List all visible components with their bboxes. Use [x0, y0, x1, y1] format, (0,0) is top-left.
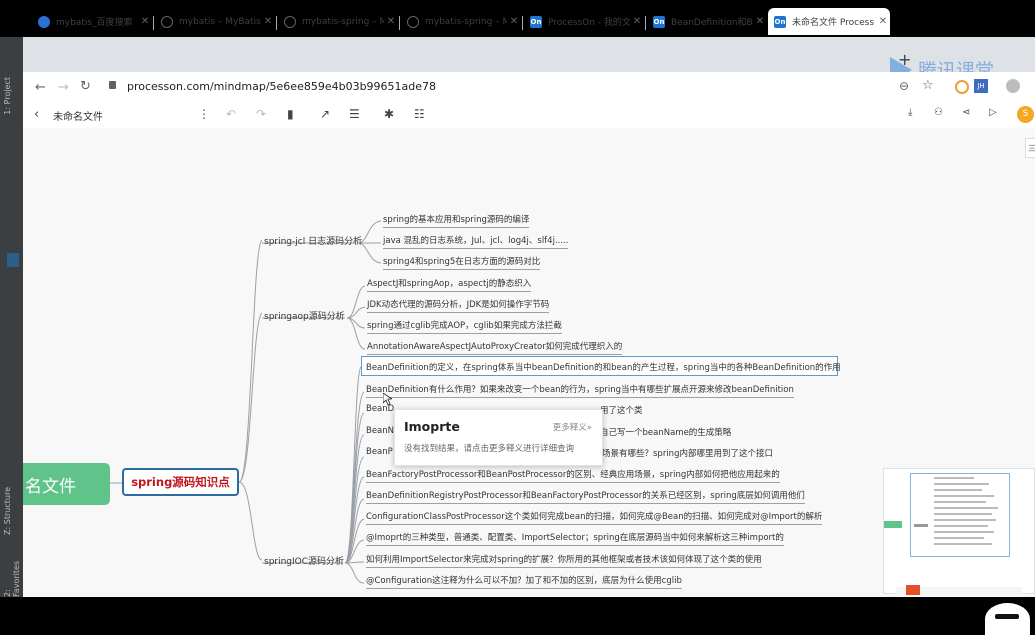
- minimap-line: [934, 483, 989, 485]
- topic-text: @Configuration这注释为什么可以不加？加了和不加的区别，底层为什么使…: [366, 576, 682, 586]
- minimap-line: [934, 495, 994, 497]
- topic-node[interactable]: 如何利用ImportSelector来完成对spring的扩展？你所用的其他框架…: [366, 553, 762, 568]
- branch-label: springaop源码分析: [264, 312, 345, 322]
- topic-text: spring的基本应用和spring源码的编译: [383, 215, 530, 225]
- topic-node[interactable]: AspectJ和springAop，aspectj的静态织入: [367, 277, 532, 292]
- topic-text: BeanDefinition的定义，在spring体系当中beanDefinit…: [366, 363, 841, 373]
- topic-text: BeanP: [366, 447, 393, 457]
- popup-message: 没有找到结果，请点击更多释义进行详细查询: [404, 444, 575, 454]
- topic-node[interactable]: @Imoprt的三种类型，普通类、配置类、ImportSelector；spri…: [366, 531, 784, 546]
- topic-node[interactable]: ConfigurationClassPostProcessor这个类如何完成be…: [366, 510, 823, 525]
- underline: [366, 397, 794, 398]
- topic-node[interactable]: BeanN: [366, 426, 394, 436]
- mascot-icon: [985, 603, 1030, 635]
- minimap-line: [934, 543, 992, 545]
- minimap-line: [934, 537, 984, 539]
- topic-node-fragment[interactable]: 用了这个类: [600, 404, 643, 416]
- minimap-line: [934, 525, 988, 527]
- underline: [367, 333, 562, 334]
- topic-node[interactable]: spring通过cglib完成AOP，cglib如果完成方法拦截: [367, 319, 562, 334]
- topic-text: 用了这个类: [600, 406, 643, 416]
- root-topic[interactable]: 名文件: [23, 463, 110, 505]
- underline: [383, 248, 569, 249]
- topic-node[interactable]: BeanDefinition的定义，在spring体系当中beanDefinit…: [366, 361, 841, 373]
- sunglasses-icon: [995, 614, 1019, 619]
- topic-text: spring4和spring5在日志方面的源码对比: [383, 257, 541, 267]
- topic-node[interactable]: BeanFactoryPostProcessor和BeanPostProcess…: [366, 468, 780, 483]
- translation-popup: Imoprte 更多释义» 没有找到结果，请点击更多释义进行详细查询: [394, 409, 603, 466]
- video-letterbox: [0, 597, 1035, 635]
- topic-node[interactable]: BeanDefinitionRegistryPostProcessor和Bean…: [366, 489, 805, 504]
- topic-text: 如何利用ImportSelector来完成对spring的扩展？你所用的其他框架…: [366, 555, 762, 565]
- topic-node[interactable]: AnnotationAwareAspectJAutoProxyCreator如何…: [367, 340, 623, 355]
- branch-label: spring-jcl 日志源码分析: [264, 237, 363, 247]
- minimap-line: [934, 477, 974, 479]
- topic-node[interactable]: JDK动态代理的源码分析，JDK是如何操作字节码: [367, 298, 550, 313]
- topic-text: spring通过cglib完成AOP，cglib如果完成方法拦截: [367, 321, 562, 331]
- minimap-line: [934, 489, 982, 491]
- underline: [366, 567, 762, 568]
- underline: [383, 269, 541, 270]
- topic-text: AnnotationAwareAspectJAutoProxyCreator如何…: [367, 342, 623, 352]
- topic-text: BeanFactoryPostProcessor和BeanPostProcess…: [366, 470, 780, 480]
- branch-spring-ioc[interactable]: springIOC源码分析: [264, 554, 344, 567]
- underline: [367, 354, 623, 355]
- popup-word: Imoprte: [404, 419, 460, 434]
- underline: [367, 291, 532, 292]
- topic-text: 自己写一个beanName的生成策略: [600, 428, 732, 438]
- underline: [383, 227, 530, 228]
- topic-text: ConfigurationClassPostProcessor这个类如何完成be…: [366, 512, 823, 522]
- topic-node[interactable]: @Configuration这注释为什么可以不加？加了和不加的区别，底层为什么使…: [366, 574, 682, 589]
- underline: [367, 312, 550, 313]
- topic-text: BeanDefinition有什么作用？如果来改变一个bean的行为，sprin…: [366, 385, 794, 395]
- underline: [366, 545, 784, 546]
- minimap-line: [934, 531, 994, 533]
- topic-node[interactable]: spring的基本应用和spring源码的编译: [383, 213, 530, 228]
- branch-label: springIOC源码分析: [264, 557, 345, 567]
- minimap-line: [934, 501, 986, 503]
- topic-text: AspectJ和springAop，aspectj的静态织入: [367, 279, 532, 289]
- topic-node-fragment[interactable]: 场景有哪些？spring内部哪里用到了这个接口: [602, 447, 773, 459]
- minimap-line: [934, 513, 992, 515]
- branch-spring-aop[interactable]: springaop源码分析: [264, 309, 345, 322]
- underline: [366, 482, 780, 483]
- topic-text: @Imoprt的三种类型，普通类、配置类、ImportSelector；spri…: [366, 533, 784, 543]
- html5-icon: [906, 585, 920, 595]
- underline: [366, 524, 823, 525]
- underline: [366, 588, 682, 589]
- minimap-line: [914, 524, 928, 527]
- minimap-line: [934, 519, 996, 521]
- topic-text: BeanDefinitionRegistryPostProcessor和Bean…: [366, 491, 805, 501]
- underline: [366, 503, 805, 504]
- branch-spring-jcl[interactable]: spring-jcl 日志源码分析: [264, 234, 362, 247]
- mouse-cursor-icon: [383, 393, 392, 406]
- minimap[interactable]: [883, 468, 1035, 595]
- topic-node[interactable]: BeanDefinition有什么作用？如果来改变一个bean的行为，sprin…: [366, 383, 794, 398]
- topic-text: JDK动态代理的源码分析，JDK是如何操作字节码: [367, 300, 550, 310]
- central-topic[interactable]: spring源码知识点: [122, 468, 239, 496]
- topic-text: BeanN: [366, 426, 395, 436]
- topic-node-fragment[interactable]: 自己写一个beanName的生成策略: [600, 426, 731, 438]
- more-definitions-link[interactable]: 更多释义»: [553, 421, 592, 433]
- topic-node[interactable]: BeanP: [366, 447, 393, 457]
- topic-text: 场景有哪些？spring内部哪里用到了这个接口: [602, 449, 773, 459]
- minimap-line: [934, 507, 998, 509]
- topic-node[interactable]: spring4和spring5在日志方面的源码对比: [383, 255, 541, 270]
- topic-node[interactable]: java 混乱的日志系统，Jul、jcl、log4j、slf4j.....: [383, 234, 569, 249]
- minimap-root: [884, 521, 902, 528]
- topic-text: java 混乱的日志系统，Jul、jcl、log4j、slf4j.....: [383, 236, 569, 246]
